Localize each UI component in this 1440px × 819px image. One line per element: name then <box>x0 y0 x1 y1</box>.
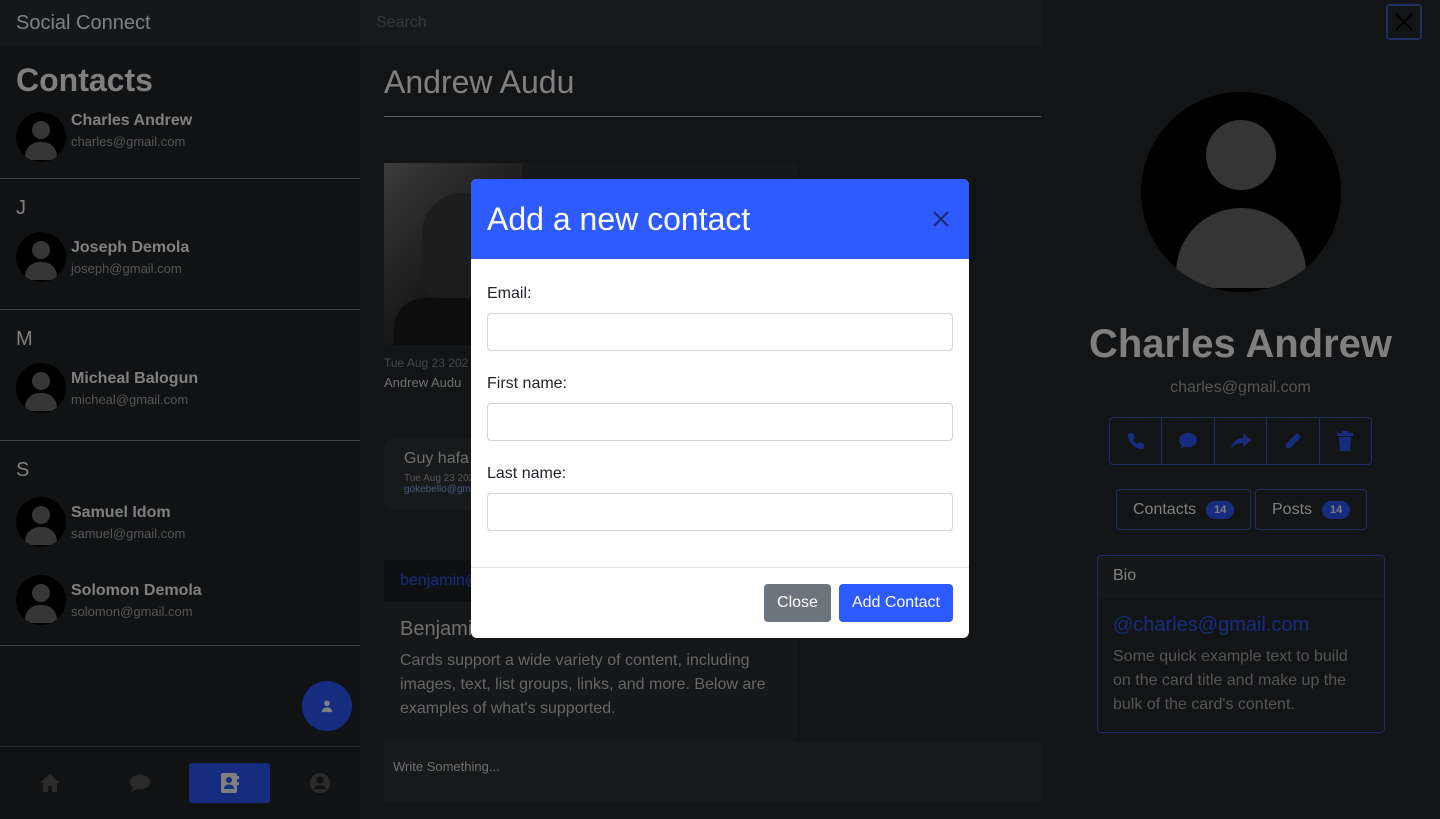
add-contact-button[interactable]: Add Contact <box>838 584 953 622</box>
add-contact-modal: Add a new contact Email: First name: Las… <box>471 179 969 638</box>
last-name-label: Last name: <box>487 465 567 482</box>
modal-header: Add a new contact <box>471 179 969 259</box>
modal-footer: Close Add Contact <box>471 568 969 622</box>
modal-close-button[interactable] <box>929 207 953 231</box>
email-field[interactable] <box>487 313 953 351</box>
first-name-field[interactable] <box>487 403 953 441</box>
modal-title: Add a new contact <box>487 200 751 237</box>
email-label: Email: <box>487 285 532 302</box>
modal-body: Email: First name: Last name: <box>471 259 969 568</box>
first-name-label: First name: <box>487 375 568 392</box>
close-button[interactable]: Close <box>764 584 831 622</box>
close-icon <box>933 211 949 227</box>
last-name-field[interactable] <box>487 493 953 531</box>
